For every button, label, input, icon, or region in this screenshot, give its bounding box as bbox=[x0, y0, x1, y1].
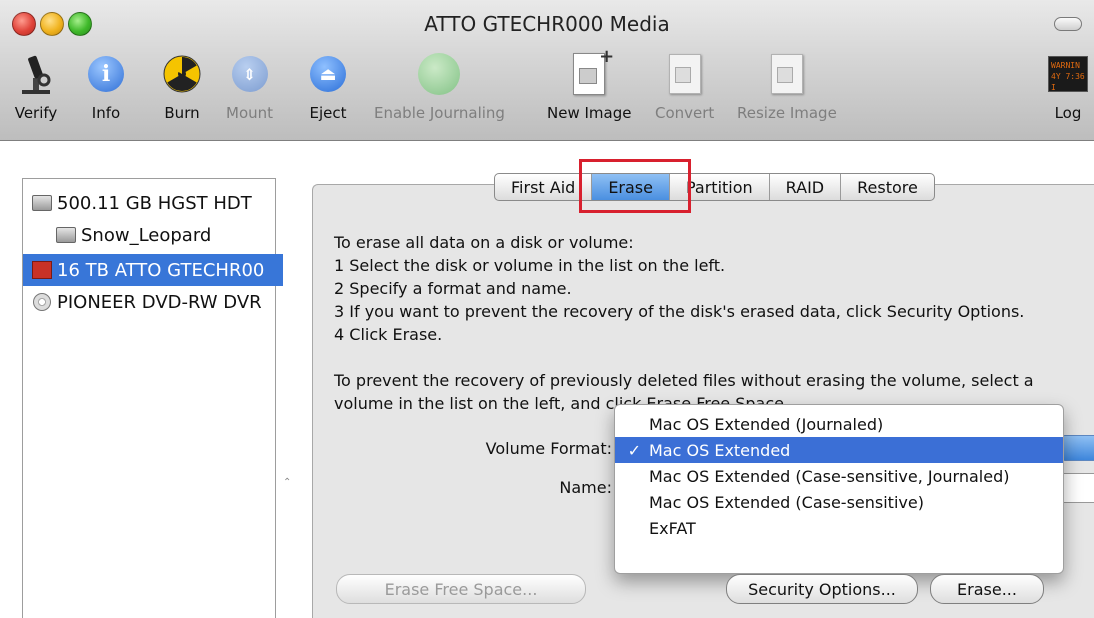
enable-journaling-button[interactable]: Enable Journaling bbox=[374, 52, 505, 122]
log-icon-line: WARNIN bbox=[1051, 61, 1080, 70]
new-image-icon: + bbox=[567, 46, 614, 96]
info-button[interactable]: i Info bbox=[84, 52, 128, 122]
volume-icon bbox=[55, 226, 77, 244]
resize-image-button[interactable]: Resize Image bbox=[737, 52, 837, 122]
instruction-line: 4 Click Erase. bbox=[334, 325, 443, 344]
eject-label: Eject bbox=[309, 104, 347, 122]
info-icon: i bbox=[84, 52, 128, 96]
resize-image-label: Resize Image bbox=[737, 104, 837, 122]
free-space-instruction-line: To prevent the recovery of previously de… bbox=[334, 371, 1034, 390]
tab-raid[interactable]: RAID bbox=[770, 174, 842, 200]
raid-disk-icon bbox=[31, 261, 53, 279]
sidebar-item-label: 16 TB ATTO GTECHR00 bbox=[57, 259, 265, 281]
tab-restore[interactable]: Restore bbox=[841, 174, 934, 200]
format-option-case-sensitive[interactable]: Mac OS Extended (Case-sensitive) bbox=[615, 489, 1063, 515]
sidebar-item-label: 500.11 GB HGST HDT bbox=[57, 192, 252, 214]
resize-image-icon bbox=[765, 52, 809, 96]
check-mark-icon: ✓ bbox=[627, 440, 641, 460]
mount-icon: ⇕ bbox=[228, 52, 272, 96]
format-option-label: Mac OS Extended (Case-sensitive) bbox=[649, 492, 924, 512]
format-option-label: Mac OS Extended (Journaled) bbox=[649, 414, 884, 434]
sidebar-item-snow-leopard[interactable]: Snow_Leopard bbox=[23, 219, 307, 251]
log-label: Log bbox=[1054, 104, 1082, 122]
sidebar-item-label: PIONEER DVD-RW DVR bbox=[57, 291, 262, 313]
format-option-journaled[interactable]: Mac OS Extended (Journaled) bbox=[615, 411, 1063, 437]
format-option-label: Mac OS Extended bbox=[649, 440, 791, 460]
sidebar-item-atto-raid[interactable]: 16 TB ATTO GTECHR00 bbox=[23, 254, 283, 286]
burn-icon bbox=[160, 52, 204, 96]
convert-icon bbox=[663, 52, 707, 96]
enable-journaling-label: Enable Journaling bbox=[374, 104, 505, 122]
instruction-line: 1 Select the disk or volume in the list … bbox=[334, 256, 726, 275]
microscope-icon bbox=[14, 52, 58, 96]
erase-free-space-button[interactable]: Erase Free Space... bbox=[336, 574, 586, 604]
format-option-extended[interactable]: ✓ Mac OS Extended bbox=[615, 437, 1063, 463]
sidebar-resize-handle[interactable]: ⌃ bbox=[283, 477, 291, 488]
erase-button[interactable]: Erase... bbox=[930, 574, 1044, 604]
new-image-button[interactable]: + New Image bbox=[547, 46, 632, 122]
log-icon: WARNIN 4Y 7:36 I bbox=[1046, 52, 1090, 96]
hard-disk-icon bbox=[31, 194, 53, 212]
name-label: Name: bbox=[559, 478, 612, 497]
tab-first-aid[interactable]: First Aid bbox=[495, 174, 593, 200]
verify-button[interactable]: Verify bbox=[14, 52, 58, 122]
burn-label: Burn bbox=[164, 104, 200, 122]
name-field[interactable] bbox=[1060, 473, 1094, 503]
toolbar-toggle-button[interactable] bbox=[1054, 17, 1082, 31]
volume-format-select[interactable] bbox=[1060, 435, 1094, 461]
tab-bar: First Aid Erase Partition RAID Restore bbox=[494, 173, 935, 201]
eject-button[interactable]: ⏏ Eject bbox=[306, 52, 350, 122]
new-image-label: New Image bbox=[547, 104, 632, 122]
instruction-line: To erase all data on a disk or volume: bbox=[334, 233, 634, 252]
eject-icon: ⏏ bbox=[306, 52, 350, 96]
log-button[interactable]: WARNIN 4Y 7:36 I Log bbox=[1046, 52, 1090, 122]
format-option-label: ExFAT bbox=[649, 518, 696, 538]
sidebar-item-label: Snow_Leopard bbox=[81, 224, 212, 246]
verify-label: Verify bbox=[14, 104, 58, 122]
sidebar-item-pioneer-dvd[interactable]: PIONEER DVD-RW DVR bbox=[23, 286, 283, 318]
optical-drive-icon bbox=[31, 293, 53, 311]
format-option-exfat[interactable]: ExFAT bbox=[615, 515, 1063, 541]
info-label: Info bbox=[91, 104, 121, 122]
sidebar-item-hgst-disk[interactable]: 500.11 GB HGST HDT bbox=[23, 187, 283, 219]
instruction-line: 3 If you want to prevent the recovery of… bbox=[334, 302, 1025, 321]
burn-button[interactable]: Burn bbox=[160, 52, 204, 122]
security-options-button[interactable]: Security Options... bbox=[726, 574, 918, 604]
log-icon-line: 4Y 7:36 I bbox=[1051, 72, 1085, 92]
window-toolbar: ATTO GTECHR000 Media Verify i Info Burn … bbox=[0, 0, 1094, 141]
format-option-label: Mac OS Extended (Case-sensitive, Journal… bbox=[649, 466, 1010, 486]
mount-button[interactable]: ⇕ Mount bbox=[226, 52, 273, 122]
window-title: ATTO GTECHR000 Media bbox=[424, 12, 670, 36]
mount-label: Mount bbox=[226, 104, 274, 122]
journaling-icon bbox=[417, 52, 461, 96]
volume-format-menu[interactable]: Mac OS Extended (Journaled) ✓ Mac OS Ext… bbox=[614, 404, 1064, 574]
convert-label: Convert bbox=[655, 104, 715, 122]
convert-button[interactable]: Convert bbox=[655, 52, 714, 122]
format-option-case-sensitive-journaled[interactable]: Mac OS Extended (Case-sensitive, Journal… bbox=[615, 463, 1063, 489]
instruction-line: 2 Specify a format and name. bbox=[334, 279, 572, 298]
disk-list-sidebar[interactable]: 500.11 GB HGST HDT Snow_Leopard 16 TB AT… bbox=[22, 178, 283, 618]
erase-tab-annotation bbox=[579, 159, 691, 213]
volume-format-label: Volume Format: bbox=[485, 439, 612, 458]
